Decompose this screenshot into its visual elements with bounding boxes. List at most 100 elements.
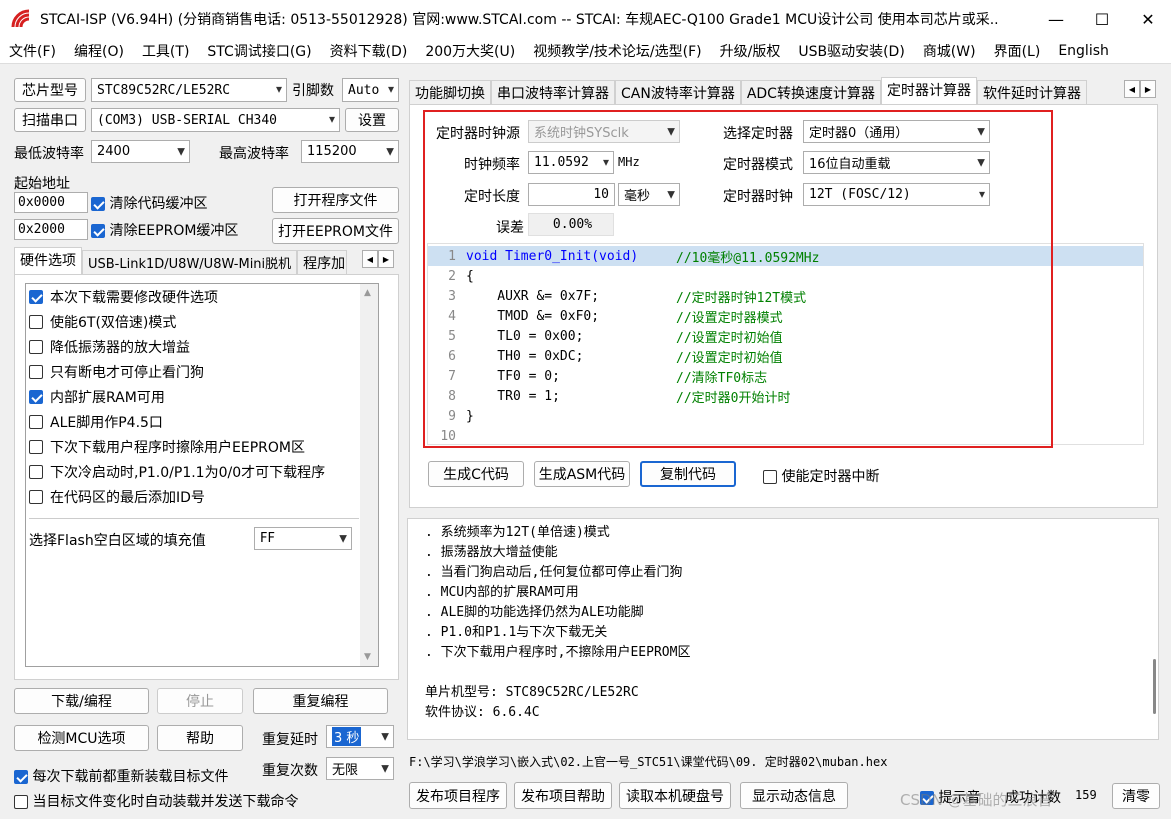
list-item[interactable]: 内部扩展RAM可用 (29, 384, 359, 409)
hw-option-checkbox[interactable] (29, 464, 43, 479)
generate-asm-button[interactable]: 生成ASM代码 (534, 461, 630, 487)
menu-prize[interactable]: 200万大奖(U) (416, 41, 524, 61)
show-dynamic-info-button[interactable]: 显示动态信息 (740, 782, 848, 809)
enable-interrupt-row[interactable]: 使能定时器中断 (763, 466, 879, 486)
list-item[interactable]: 降低振荡器的放大增益 (29, 334, 359, 359)
menu-file[interactable]: 文件(F) (0, 41, 65, 61)
clear-eeprom-checkbox[interactable] (91, 224, 105, 238)
clear-code-row[interactable]: 清除代码缓冲区 (91, 193, 207, 213)
tab-scroll-right-icon[interactable]: ▶ (1140, 80, 1156, 98)
menu-upgrade[interactable]: 升级/版权 (711, 41, 790, 61)
tab-timer-calc[interactable]: 定时器计算器 (880, 77, 977, 104)
chip-model-button[interactable]: 芯片型号 (14, 78, 86, 102)
detect-mcu-button[interactable]: 检测MCU选项 (14, 725, 149, 751)
menu-english[interactable]: English (1049, 43, 1118, 59)
clock-source-select[interactable]: 系统时钟SYSclk ▼ (528, 120, 680, 143)
stop-button[interactable]: 停止 (157, 688, 243, 714)
list-item[interactable]: 下次下载用户程序时擦除用户EEPROM区 (29, 434, 359, 459)
menu-debug[interactable]: STC调试接口(G) (198, 41, 320, 61)
reprogram-button[interactable]: 重复编程 (253, 688, 388, 714)
pins-select[interactable]: Auto ▼ (342, 78, 399, 102)
tab-usb-link[interactable]: USB-Link1D/U8W/U8W-Mini脱机 (82, 250, 298, 274)
repeat-delay-select[interactable]: 3 秒 ▼ (326, 725, 394, 748)
menu-video[interactable]: 视频教学/技术论坛/选型(F) (524, 41, 710, 61)
generate-c-button[interactable]: 生成C代码 (428, 461, 524, 487)
menu-program[interactable]: 编程(O) (65, 41, 133, 61)
scroll-down-icon[interactable]: ▼ (364, 652, 371, 662)
publish-help-button[interactable]: 发布项目帮助 (514, 782, 612, 809)
max-baud-select[interactable]: 115200 ▼ (301, 140, 399, 163)
hw-option-checkbox[interactable] (29, 314, 43, 329)
list-item[interactable]: 只有断电才可停止看门狗 (29, 359, 359, 384)
menu-interface[interactable]: 界面(L) (985, 41, 1050, 61)
flash-fill-select[interactable]: FF ▼ (254, 527, 352, 550)
tab-scroll-left-icon[interactable]: ◀ (362, 250, 378, 268)
tab-scroll-right-icon[interactable]: ▶ (378, 250, 394, 268)
maximize-button[interactable]: ☐ (1079, 0, 1125, 38)
minimize-button[interactable]: — (1033, 0, 1079, 38)
reload-checkbox[interactable] (14, 770, 28, 784)
hw-option-checkbox[interactable] (29, 439, 43, 454)
publish-program-button[interactable]: 发布项目程序 (409, 782, 507, 809)
hw-option-checkbox[interactable] (29, 414, 43, 429)
list-item[interactable]: 本次下载需要修改硬件选项 (29, 284, 359, 309)
open-eeprom-file-button[interactable]: 打开EEPROM文件 (272, 218, 399, 244)
read-disk-id-button[interactable]: 读取本机硬盘号 (619, 782, 731, 809)
help-button[interactable]: 帮助 (157, 725, 243, 751)
clear-code-checkbox[interactable] (91, 197, 105, 211)
menu-usb-driver[interactable]: USB驱动安装(D) (789, 41, 913, 61)
close-button[interactable]: ✕ (1125, 0, 1171, 38)
reload-row[interactable]: 每次下载前都重新装载目标文件 (14, 766, 228, 786)
scrollbar[interactable] (1153, 659, 1156, 714)
timer-length-input[interactable]: 10 (528, 183, 615, 206)
copy-code-button[interactable]: 复制代码 (640, 461, 736, 487)
menu-shop[interactable]: 商城(W) (914, 41, 985, 61)
eeprom-address-input[interactable]: 0x2000 (14, 219, 88, 240)
min-baud-select[interactable]: 2400 ▼ (91, 140, 190, 163)
hw-option-checkbox[interactable] (29, 389, 43, 404)
chip-model-select[interactable]: STC89C52RC/LE52RC ▼ (91, 78, 287, 102)
tab-pin-switch[interactable]: 功能脚切换 (409, 80, 491, 104)
tab-can-baud-calc[interactable]: CAN波特率计算器 (615, 80, 741, 104)
clock-freq-select[interactable]: 11.0592 ▼ (528, 151, 614, 174)
line-number: 9 (448, 408, 456, 424)
menu-tools[interactable]: 工具(T) (133, 41, 198, 61)
tab-delay-calc[interactable]: 软件延时计算器 (976, 80, 1087, 104)
tab-program-add[interactable]: 程序加 (297, 250, 348, 274)
open-program-file-button[interactable]: 打开程序文件 (272, 187, 399, 213)
select-timer-select[interactable]: 定时器0（通用） ▼ (803, 120, 990, 143)
repeat-count-select[interactable]: 无限 ▼ (326, 757, 394, 780)
port-select[interactable]: (COM3) USB-SERIAL CH340 ▼ (91, 108, 340, 132)
hw-option-checkbox[interactable] (29, 489, 43, 504)
enable-interrupt-checkbox[interactable] (763, 470, 777, 484)
tab-scroll-left-icon[interactable]: ◀ (1124, 80, 1140, 98)
clear-count-button[interactable]: 清零 (1112, 783, 1160, 809)
code-address-input[interactable]: 0x0000 (14, 192, 88, 213)
scroll-up-icon[interactable]: ▲ (364, 288, 371, 298)
list-item[interactable]: ALE脚用作P4.5口 (29, 409, 359, 434)
tab-adc-speed-calc[interactable]: ADC转换速度计算器 (740, 80, 881, 104)
menu-download[interactable]: 资料下载(D) (321, 41, 417, 61)
settings-button[interactable]: 设置 (345, 108, 399, 132)
hw-option-checkbox[interactable] (29, 339, 43, 354)
list-item[interactable]: 使能6T(双倍速)模式 (29, 309, 359, 334)
hw-option-checkbox[interactable] (29, 364, 43, 379)
list-item[interactable]: 在代码区的最后添加ID号 (29, 484, 359, 509)
auto-load-row[interactable]: 当目标文件变化时自动装载并发送下载命令 (14, 791, 298, 811)
tab-hardware-options[interactable]: 硬件选项 (14, 247, 82, 274)
code-text: TF0 = 0; (466, 368, 560, 384)
timer-unit-select[interactable]: 毫秒 ▼ (618, 183, 680, 206)
timer-mode-select[interactable]: 16位自动重载 ▼ (803, 151, 990, 174)
code-editor[interactable]: 1 void Timer0_Init(void) //10毫秒@11.0592MHz… (427, 243, 1144, 445)
list-item[interactable]: 下次冷启动时,P1.0/P1.1为0/0才可下载程序 (29, 459, 359, 484)
auto-load-checkbox[interactable] (14, 795, 28, 809)
prompt-sound-row[interactable]: 提示音 (920, 787, 980, 807)
timer-clock-select[interactable]: 12T (FOSC/12) ▼ (803, 183, 990, 206)
clear-eeprom-row[interactable]: 清除EEPROM缓冲区 (91, 220, 238, 240)
hw-option-checkbox[interactable] (29, 289, 43, 304)
scrollbar[interactable]: ▲ ▼ (360, 284, 378, 666)
prompt-sound-checkbox[interactable] (920, 791, 934, 805)
download-button[interactable]: 下载/编程 (14, 688, 149, 714)
scan-port-button[interactable]: 扫描串口 (14, 108, 86, 132)
tab-uart-baud-calc[interactable]: 串口波特率计算器 (491, 80, 615, 104)
